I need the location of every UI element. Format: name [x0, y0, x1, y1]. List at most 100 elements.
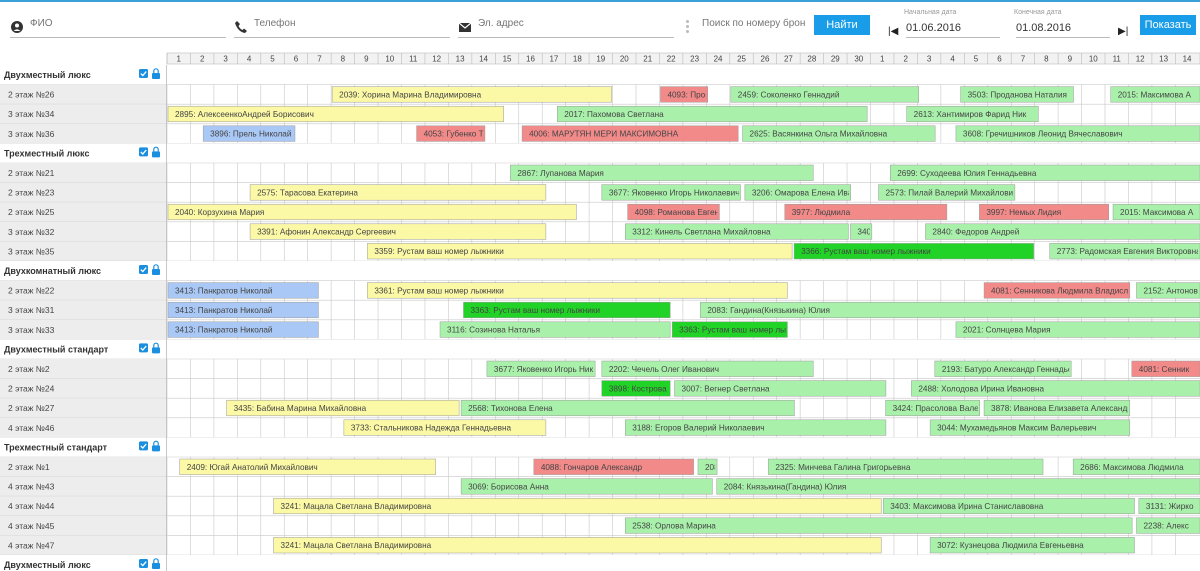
day-number: 2 [903, 55, 908, 64]
booking-label: 4088: Гончаров Александр [541, 463, 643, 472]
last-page-icon[interactable]: ▶| [1118, 26, 1128, 37]
room-name[interactable]: 2 этаж №1 [8, 462, 50, 472]
end-date-input[interactable]: 01.08.2016 [1016, 22, 1110, 38]
day-number: 4 [950, 55, 955, 64]
day-number: 24 [714, 55, 723, 64]
booking-label: 2193: Батуро Александр Геннадьевич [942, 365, 1086, 374]
booking-label: 2202: Чечель Олег Иванович [609, 365, 719, 374]
fio-input[interactable] [30, 18, 210, 29]
category-row [0, 437, 1200, 457]
booking-label: 2895: АлексеенкоАндрей Борисович [175, 110, 314, 119]
room-name[interactable]: 2 этаж №24 [8, 384, 55, 394]
day-number: 16 [526, 55, 535, 64]
end-date-value: 01.08.2016 [1016, 22, 1072, 34]
booking-label: 2613: Хантимиров Фарид Ник [914, 110, 1027, 119]
day-number: 8 [1044, 55, 1049, 64]
phone-field[interactable] [234, 16, 450, 38]
start-date-label: Начальная дата [904, 9, 957, 16]
booking-input[interactable] [702, 18, 806, 29]
booking-label: 3366: Рустам ваш номер лыжники [801, 247, 931, 256]
room-name[interactable]: 4 этаж №46 [8, 423, 55, 433]
room-name[interactable]: 4 этаж №43 [8, 482, 55, 492]
booking-label: 4053: Губенко Та [424, 130, 489, 139]
lock-icon[interactable] [152, 347, 160, 354]
phone-input[interactable] [254, 18, 434, 29]
day-number: 6 [997, 55, 1002, 64]
room-name[interactable]: 2 этаж №26 [8, 90, 55, 100]
check-icon[interactable] [139, 69, 148, 78]
find-button[interactable]: Найти [814, 15, 870, 35]
day-number: 1 [880, 55, 885, 64]
booking-label: 2625: Васянкина Ольга Михайловна [750, 130, 888, 139]
booking-label: 3391: Афонин Александр Сергеевич [257, 228, 396, 237]
room-name[interactable]: 3 этаж №36 [8, 129, 55, 139]
day-number: 17 [549, 55, 558, 64]
day-number: 11 [1113, 55, 1122, 64]
room-name[interactable]: 3 этаж №35 [8, 246, 55, 256]
email-field[interactable] [458, 16, 674, 38]
day-number: 11 [409, 55, 418, 64]
day-number: 10 [1089, 55, 1098, 64]
room-name[interactable]: 2 этаж №2 [8, 364, 50, 374]
lock-icon[interactable] [152, 563, 160, 569]
room-name[interactable]: 2 этаж №25 [8, 207, 55, 217]
day-number: 10 [385, 55, 394, 64]
room-name[interactable]: 2 этаж №27 [8, 403, 55, 413]
day-number: 8 [341, 55, 346, 64]
room-name[interactable]: 3 этаж №32 [8, 227, 55, 237]
check-icon[interactable] [139, 147, 148, 157]
booking-field[interactable] [698, 16, 806, 38]
booking-label: 2325: Минчева Галина Григорьевна [775, 463, 911, 472]
room-name[interactable]: 4 этаж №45 [8, 521, 55, 531]
room-name[interactable]: 3 этаж №33 [8, 325, 55, 335]
booking-label: 3413: Панкратов Николай [175, 306, 273, 315]
room-name[interactable]: 3 этаж №31 [8, 305, 55, 315]
show-button[interactable]: Показать [1140, 15, 1196, 35]
room-name[interactable]: 3 этаж №34 [8, 109, 55, 119]
booking-label: 2021: Солнцева Мария [963, 326, 1051, 335]
mail-icon [458, 22, 472, 32]
booking-label: 2238: Алекс [1143, 522, 1188, 531]
day-number: 30 [854, 55, 863, 64]
booking-label: 3312: Кинель Светлана Михайловна [632, 228, 771, 237]
booking-label: 340 [857, 228, 871, 237]
more-icon[interactable] [686, 20, 690, 36]
day-number: 7 [1021, 55, 1026, 64]
fio-field[interactable] [10, 16, 226, 38]
check-icon[interactable] [139, 343, 148, 353]
booking-label: 4081: Сенник [1139, 365, 1190, 374]
check-icon[interactable] [139, 441, 148, 451]
category-row [0, 555, 1200, 571]
day-number: 4 [247, 55, 252, 64]
booking-label: 3007: Вегнер Светлана [682, 384, 771, 393]
room-name[interactable]: 2 этаж №23 [8, 188, 55, 198]
category-title: Трехместный стандарт [4, 442, 108, 452]
day-number: 2 [200, 55, 205, 64]
category-title: Двухместный стандарт [4, 344, 109, 354]
day-number: 26 [761, 55, 770, 64]
lock-icon[interactable] [152, 269, 160, 275]
check-icon[interactable] [139, 559, 148, 568]
lock-icon[interactable] [152, 73, 160, 79]
lock-icon[interactable] [152, 151, 160, 158]
room-name[interactable]: 4 этаж №44 [8, 501, 55, 511]
booking-label: 2488: Холодова Ирина Ивановна [918, 384, 1044, 393]
check-icon[interactable] [139, 265, 148, 274]
category-row [0, 143, 1200, 163]
email-input[interactable] [478, 18, 658, 29]
day-number: 5 [270, 55, 275, 64]
booking-label: 3403: Максимова Ирина Станиславовна [890, 502, 1044, 511]
booking-grid: 1 2 3 4 5 6 7 8 9 10 11 12 13 14 15 16 17 18 19 20 21 22 23 24 2… [0, 50, 1200, 571]
first-page-icon[interactable]: |◀ [888, 26, 898, 37]
booking-label: 2409: Югай Анатолий Михайлович [187, 463, 318, 472]
day-number: 6 [294, 55, 299, 64]
booking-label: 3116: Созинова Наталья [447, 326, 540, 335]
booking-label: 2040: Корзухина Мария [175, 208, 264, 217]
day-number: 1 [176, 55, 181, 64]
room-name[interactable]: 4 этаж №47 [8, 540, 55, 550]
room-name[interactable]: 2 этаж №22 [8, 286, 55, 296]
day-number: 7 [317, 55, 322, 64]
lock-icon[interactable] [152, 445, 160, 452]
room-name[interactable]: 2 этаж №21 [8, 168, 55, 178]
start-date-input[interactable]: 01.06.2016 [906, 22, 1000, 38]
